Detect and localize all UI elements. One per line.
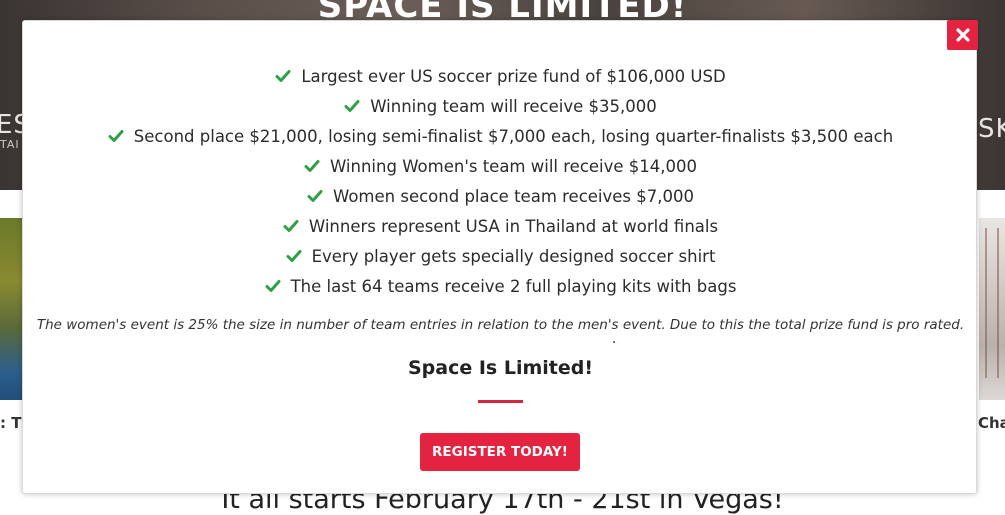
check-icon bbox=[265, 280, 281, 292]
prize-item-text: Women second place team receives $7,000 bbox=[332, 186, 695, 206]
register-button[interactable]: REGISTER TODAY! bbox=[420, 433, 580, 471]
thumbnail-left-image[interactable] bbox=[0, 218, 22, 400]
prize-list: Largest ever US soccer prize fund of $10… bbox=[23, 61, 978, 301]
check-icon bbox=[108, 130, 124, 142]
prize-note: The women's event is 25% the size in num… bbox=[36, 317, 965, 333]
space-limited-heading: Space Is Limited! bbox=[407, 357, 594, 379]
check-icon bbox=[286, 250, 302, 262]
prize-item: The last 64 teams receive 2 full playing… bbox=[23, 271, 978, 301]
prize-item-text: Winning team will receive $35,000 bbox=[370, 96, 657, 116]
hero-left-subtext: TAI bbox=[0, 138, 20, 151]
hero-right-text: SK bbox=[978, 114, 1005, 144]
prize-item: Women second place team receives $7,000 bbox=[23, 181, 978, 211]
caption-right[interactable]: Cha bbox=[978, 414, 1005, 432]
thumbnail-right-image[interactable] bbox=[979, 218, 1005, 400]
close-button[interactable] bbox=[947, 20, 978, 50]
close-icon bbox=[955, 28, 970, 42]
prize-item-text: Largest ever US soccer prize fund of $10… bbox=[301, 66, 726, 86]
check-icon bbox=[275, 70, 291, 82]
prize-item: Largest ever US soccer prize fund of $10… bbox=[23, 61, 978, 91]
check-icon bbox=[283, 220, 299, 232]
prize-item: Every player gets specially designed soc… bbox=[23, 241, 978, 271]
prize-item-text: Winning Women's team will receive $14,00… bbox=[329, 156, 698, 176]
heading-divider bbox=[478, 400, 523, 403]
decorative-dot bbox=[613, 341, 615, 343]
prize-item-text: Second place $21,000, losing semi-finali… bbox=[133, 126, 894, 146]
prize-modal: Largest ever US soccer prize fund of $10… bbox=[22, 20, 977, 494]
prize-item: Second place $21,000, losing semi-finali… bbox=[23, 121, 978, 151]
check-icon bbox=[307, 190, 323, 202]
prize-item: Winning Women's team will receive $14,00… bbox=[23, 151, 978, 181]
prize-item: Winners represent USA in Thailand at wor… bbox=[23, 211, 978, 241]
prize-item-text: The last 64 teams receive 2 full playing… bbox=[290, 276, 737, 296]
check-icon bbox=[344, 100, 360, 112]
prize-item-text: Winners represent USA in Thailand at wor… bbox=[308, 216, 719, 236]
prize-item-text: Every player gets specially designed soc… bbox=[311, 246, 716, 266]
prize-item: Winning team will receive $35,000 bbox=[23, 91, 978, 121]
check-icon bbox=[304, 160, 320, 172]
